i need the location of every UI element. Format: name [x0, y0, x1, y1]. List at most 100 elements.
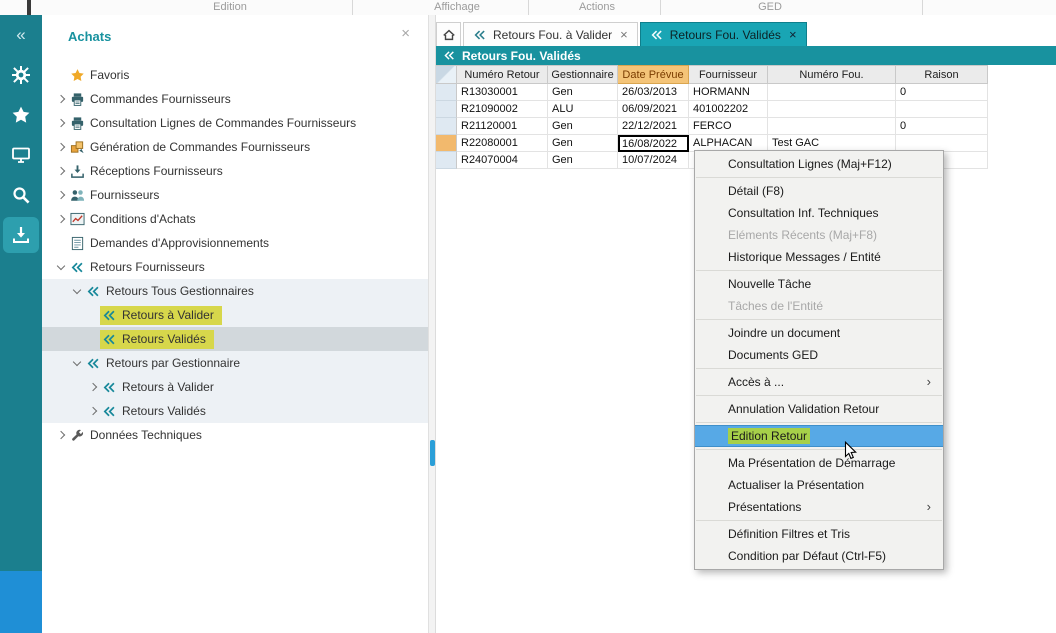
- sidebar-close-icon[interactable]: ×: [401, 25, 410, 42]
- tab-close-icon[interactable]: ×: [789, 27, 797, 42]
- table-cell[interactable]: FERCO: [689, 118, 768, 135]
- tree-expander[interactable]: [86, 384, 100, 390]
- tree-expander[interactable]: [70, 361, 84, 365]
- table-cell[interactable]: HORMANN: [689, 84, 768, 101]
- tree-item[interactable]: Réceptions Fournisseurs: [42, 159, 428, 183]
- table-header-cell[interactable]: Fournisseur: [689, 65, 768, 84]
- menu-item[interactable]: Documents GED: [695, 344, 943, 366]
- table-cell[interactable]: [768, 101, 896, 118]
- menu-item[interactable]: Définition Filtres et Tris: [695, 523, 943, 545]
- tree-item[interactable]: Demandes d'Approvisionnements: [42, 231, 428, 255]
- tree-item[interactable]: Retours à Valider: [42, 375, 428, 399]
- row-selector-cell[interactable]: [436, 118, 457, 135]
- table-cell[interactable]: Gen: [548, 152, 618, 169]
- menu-item[interactable]: Condition par Défaut (Ctrl-F5): [695, 545, 943, 567]
- tree-expander[interactable]: [54, 265, 68, 269]
- return-icon: [86, 284, 101, 299]
- tree-expander[interactable]: [54, 96, 68, 102]
- table-cell[interactable]: [896, 101, 988, 118]
- tab-active[interactable]: Retours Fou. Validés×: [640, 22, 807, 46]
- menu-item[interactable]: Présentations›: [695, 496, 943, 518]
- tab-close-icon[interactable]: ×: [620, 27, 628, 42]
- menu-item[interactable]: Accès à ...›: [695, 371, 943, 393]
- table-cell[interactable]: 401002202: [689, 101, 768, 118]
- tree-expander[interactable]: [54, 144, 68, 150]
- table-cell[interactable]: 06/09/2021: [618, 101, 689, 118]
- menu-item[interactable]: Annulation Validation Retour: [695, 398, 943, 420]
- tab-inactive[interactable]: Retours Fou. à Valider×: [463, 22, 638, 46]
- return-icon: [650, 28, 664, 42]
- table-cell[interactable]: 0: [896, 118, 988, 135]
- menu-item[interactable]: Consultation Inf. Techniques: [695, 202, 943, 224]
- rail-button-imports-download[interactable]: [3, 217, 39, 253]
- rail-button-workstation-monitor[interactable]: [0, 135, 42, 175]
- row-selector-cell[interactable]: [436, 152, 457, 169]
- tree-expander[interactable]: [54, 168, 68, 174]
- menu-item[interactable]: Joindre un document: [695, 322, 943, 344]
- menu-item[interactable]: Edition Retour: [695, 425, 943, 447]
- tree-expander[interactable]: [54, 192, 68, 198]
- tree-item[interactable]: Retours Validés: [42, 399, 428, 423]
- table-cell[interactable]: ALU: [548, 101, 618, 118]
- tab-home[interactable]: [436, 22, 461, 46]
- table-header-cell[interactable]: Date Prévue: [618, 65, 689, 84]
- table-cell[interactable]: 22/12/2021: [618, 118, 689, 135]
- context-menu: Consultation Lignes (Maj+F12) Détail (F8)…: [694, 150, 944, 570]
- table-cell[interactable]: 26/03/2013: [618, 84, 689, 101]
- sidebar-title: Achats: [68, 29, 111, 44]
- menu-item[interactable]: Actualiser la Présentation: [695, 474, 943, 496]
- menu-separator: [696, 449, 942, 450]
- table-cell[interactable]: 10/07/2024: [618, 152, 689, 169]
- table-cell[interactable]: R13030001: [457, 84, 548, 101]
- tree-item[interactable]: Retours Tous Gestionnaires: [42, 279, 428, 303]
- tree-item[interactable]: Commandes Fournisseurs: [42, 87, 428, 111]
- table-header-cell[interactable]: Numéro Fou.: [768, 65, 896, 84]
- tree-item[interactable]: Favoris: [42, 63, 428, 87]
- menu-item[interactable]: Ma Présentation de Démarrage: [695, 452, 943, 474]
- table-cell[interactable]: R21120001: [457, 118, 548, 135]
- tree-item[interactable]: Fournisseurs: [42, 183, 428, 207]
- menu-item[interactable]: Consultation Lignes (Maj+F12): [695, 153, 943, 175]
- menu-item[interactable]: Historique Messages / Entité: [695, 246, 943, 268]
- tree-expander[interactable]: [54, 120, 68, 126]
- tree-item[interactable]: Consultation Lignes de Commandes Fournis…: [42, 111, 428, 135]
- table-cell[interactable]: R22080001: [457, 135, 548, 152]
- table-header-cell[interactable]: Raison: [896, 65, 988, 84]
- table-cell[interactable]: Gen: [548, 135, 618, 152]
- table-cell[interactable]: R21090002: [457, 101, 548, 118]
- tree-expander[interactable]: [86, 408, 100, 414]
- table-cell[interactable]: 0: [896, 84, 988, 101]
- table-cell[interactable]: Gen: [548, 84, 618, 101]
- tree-item[interactable]: Retours par Gestionnaire: [42, 351, 428, 375]
- tree-item[interactable]: Conditions d'Achats: [42, 207, 428, 231]
- table-header-cell[interactable]: Numéro Retour: [457, 65, 548, 84]
- table-cell[interactable]: [768, 84, 896, 101]
- row-selector-header[interactable]: [436, 65, 457, 84]
- tab-strip: Retours Fou. à Valider×Retours Fou. Vali…: [436, 15, 1056, 46]
- tree-item[interactable]: Données Techniques: [42, 423, 428, 447]
- tree-item[interactable]: Retours à Valider: [42, 303, 428, 327]
- rail-button-collapse-sidebar[interactable]: «: [0, 15, 42, 55]
- table-cell[interactable]: R24070004: [457, 152, 548, 169]
- return-icon: [86, 356, 101, 371]
- tree-item-body: Génération de Commandes Fournisseurs: [68, 138, 318, 157]
- table-cell[interactable]: [768, 118, 896, 135]
- tree-item[interactable]: Retours Fournisseurs: [42, 255, 428, 279]
- table-header-cell[interactable]: Gestionnaire: [548, 65, 618, 84]
- table-cell[interactable]: Gen: [548, 118, 618, 135]
- tree-expander[interactable]: [54, 216, 68, 222]
- tree-expander[interactable]: [70, 289, 84, 293]
- row-selector-cell[interactable]: [436, 84, 457, 101]
- rail-button-search-magnifier[interactable]: [0, 175, 42, 215]
- row-selector-cell[interactable]: [436, 135, 457, 152]
- tree-item[interactable]: Génération de Commandes Fournisseurs: [42, 135, 428, 159]
- rail-button-settings-gear[interactable]: [0, 55, 42, 95]
- rail-button-favorites-star[interactable]: [0, 95, 42, 135]
- tree-item[interactable]: Retours Validés: [42, 327, 428, 351]
- menu-item[interactable]: Détail (F8): [695, 180, 943, 202]
- menu-item[interactable]: Nouvelle Tâche: [695, 273, 943, 295]
- tree-expander[interactable]: [54, 432, 68, 438]
- ribbon-group-label: GED: [758, 1, 782, 13]
- table-cell[interactable]: 16/08/2022: [618, 135, 689, 152]
- row-selector-cell[interactable]: [436, 101, 457, 118]
